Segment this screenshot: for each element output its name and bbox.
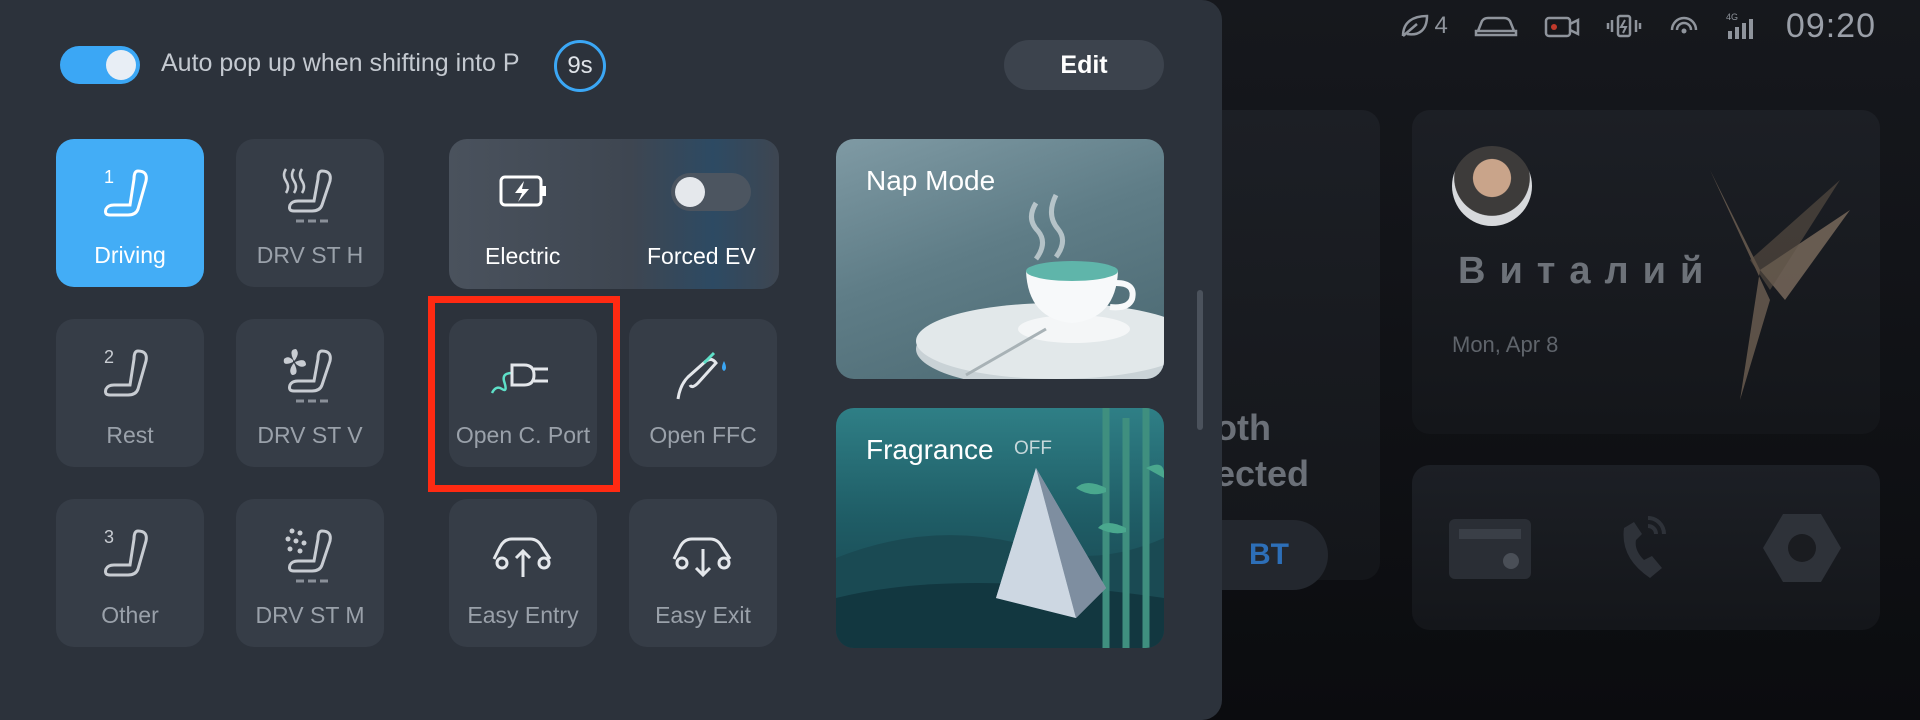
easy-entry-icon [492, 537, 552, 577]
profile-card[interactable]: Виталий Mon, Apr 8 [1412, 110, 1880, 434]
electric-mode-label: Electric [485, 243, 561, 269]
quick-control-panel: Auto pop up when shifting into P 9s Edit… [0, 0, 1222, 720]
seat-massage-icon [285, 528, 332, 583]
eco-level: 4 [1434, 12, 1448, 39]
user-date: Mon, Apr 8 [1452, 332, 1559, 357]
bluetooth-status-line-2: ected [1215, 453, 1310, 494]
drv-seat-vent-tile[interactable]: DRV ST V [236, 319, 384, 467]
toggle-knob [675, 177, 705, 207]
seat-mode-rest-tile[interactable]: 2 Rest [56, 319, 204, 467]
drv-seat-massage-tile[interactable]: DRV ST M [236, 499, 384, 647]
seat-memory-number: 1 [104, 167, 114, 187]
scrollbar[interactable] [1197, 290, 1203, 430]
action-label: Easy Entry [467, 602, 579, 628]
radio-icon [1449, 518, 1531, 579]
settings-icon [1763, 513, 1841, 582]
seat-mode-other-tile[interactable]: 3 Other [56, 499, 204, 647]
power-mode-tile[interactable]: Electric Forced EV [449, 139, 779, 289]
open-fuel-flap-tile[interactable]: Open FFC [629, 319, 777, 467]
apps-card [1412, 465, 1880, 630]
clock: 09:20 [1785, 6, 1876, 45]
dashcam-icon [1544, 16, 1580, 38]
fragrance-state: OFF [1014, 438, 1052, 459]
brand-logo-icon [1710, 170, 1850, 400]
seat-memory-number: 3 [104, 527, 114, 547]
action-label: Open FFC [649, 422, 757, 448]
seat-memory-number: 2 [104, 347, 114, 367]
vibration-battery-icon [1606, 14, 1642, 38]
auto-popup-label: Auto pop up when shifting into P [161, 49, 520, 77]
hotspot-icon [1670, 16, 1698, 34]
bluetooth-status-line-1: oth [1215, 407, 1271, 448]
countdown-timer: 9s [554, 40, 606, 92]
seat-mode-label: Rest [106, 422, 154, 448]
seat-memory-3-icon: 3 [104, 527, 148, 577]
easy-entry-tile[interactable]: Easy Entry [449, 499, 597, 647]
edit-button[interactable]: Edit [1004, 40, 1164, 90]
fuel-nozzle-icon [676, 351, 726, 400]
phone-icon [1623, 515, 1666, 578]
toggle-knob [106, 50, 136, 80]
forced-ev-label: Forced EV [647, 243, 756, 269]
battery-bolt-icon [499, 175, 546, 207]
seat-memory-1-icon: 1 [104, 167, 148, 217]
user-name: Виталий [1458, 250, 1718, 292]
eco-leaf-indicator: 4 [1399, 12, 1448, 40]
radio-app[interactable] [1445, 503, 1535, 593]
seat-ventilation-icon [283, 349, 332, 403]
settings-app[interactable] [1757, 503, 1847, 593]
status-bar: 4 4G 09:20 [1399, 0, 1920, 52]
seat-heat-icon [282, 168, 332, 223]
car-icon [1474, 16, 1518, 37]
forced-ev-toggle[interactable] [671, 173, 751, 211]
network-type: 4G [1726, 12, 1738, 22]
easy-exit-icon [672, 537, 732, 578]
nap-mode-card[interactable]: Nap Mode [836, 139, 1164, 379]
fragrance-title: Fragrance [866, 434, 994, 465]
easy-exit-tile[interactable]: Easy Exit [629, 499, 777, 647]
signal-indicator: 4G [1726, 11, 1760, 41]
seat-mode-label: Other [101, 602, 159, 628]
seat-memory-2-icon: 2 [104, 347, 148, 397]
fragrance-card[interactable]: Fragrance OFF [836, 408, 1164, 648]
phone-app[interactable] [1601, 503, 1691, 593]
signal-icon: 4G [1726, 12, 1753, 39]
leaf-icon [1401, 14, 1428, 37]
seat-mode-label: Driving [94, 242, 166, 268]
tea-cup-illustration [916, 193, 1164, 379]
seat-function-label: DRV ST V [257, 422, 363, 448]
action-label: Easy Exit [655, 602, 751, 628]
drv-seat-heat-tile[interactable]: DRV ST H [236, 139, 384, 287]
seat-function-label: DRV ST H [256, 242, 364, 268]
selection-highlight [428, 296, 620, 492]
auto-popup-toggle[interactable] [60, 46, 140, 84]
avatar [1452, 146, 1532, 226]
seat-mode-driving-tile[interactable]: 1 Driving [56, 139, 204, 287]
seat-function-label: DRV ST M [255, 602, 365, 628]
bluetooth-status-text: oth ected [1215, 405, 1309, 497]
